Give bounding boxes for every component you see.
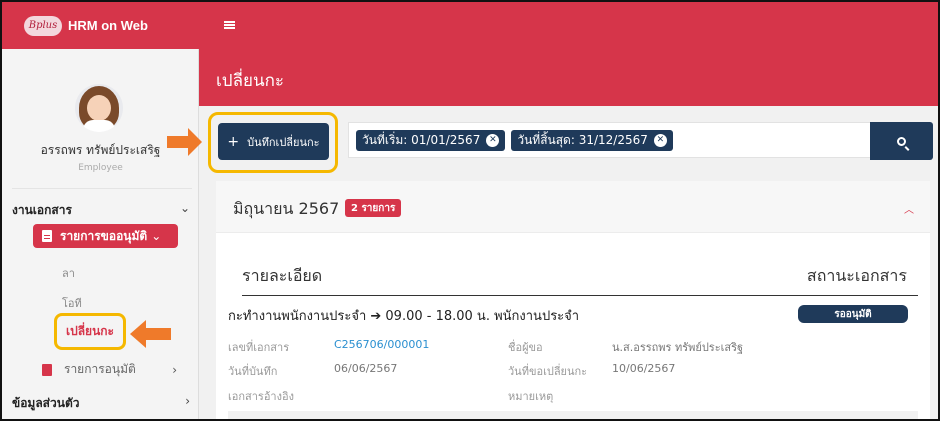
note-label: หมายเหตุ bbox=[508, 390, 554, 403]
avatar[interactable] bbox=[75, 84, 123, 132]
sidebar-subitem-leave[interactable]: ลา bbox=[62, 264, 75, 282]
remove-filter-icon[interactable]: ✕ bbox=[653, 133, 667, 147]
sidebar-subitem-label: เปลี่ยนกะ bbox=[65, 324, 115, 338]
sidebar-subitem-shift-change[interactable]: เปลี่ยนกะ bbox=[54, 313, 126, 350]
chevron-down-icon: ⌄ bbox=[179, 201, 190, 215]
add-button-label: บันทึกเปลี่ยนกะ bbox=[247, 135, 320, 149]
plus-icon: + bbox=[227, 133, 240, 150]
doc-no-link[interactable]: C256706/000001 bbox=[334, 338, 429, 351]
sidebar-section-personal[interactable]: ข้อมูลส่วนตัว › bbox=[12, 394, 190, 413]
filter-chip-label: วันที่เริ่ม: 01/01/2567 bbox=[362, 132, 481, 147]
document-icon bbox=[42, 363, 52, 376]
doc-no-label: เลขที่เอกสาร bbox=[228, 341, 290, 354]
record-title[interactable]: กะทำงานพนักงานประจำ ➔ 09.00 - 18.00 น. พ… bbox=[228, 305, 579, 326]
filter-chip-label: วันที่สิ้นสุด: 31/12/2567 bbox=[517, 132, 648, 147]
chevron-up-icon[interactable]: ︿ bbox=[904, 201, 914, 216]
document-icon bbox=[42, 230, 52, 242]
sidebar-subitem-ot[interactable]: โอที bbox=[62, 294, 82, 312]
title-bar: เปลี่ยนกะ bbox=[199, 49, 938, 106]
menu-icon[interactable] bbox=[224, 21, 235, 29]
filter-input[interactable]: วันที่เริ่ม: 01/01/2567 ✕ วันที่สิ้นสุด:… bbox=[348, 122, 873, 158]
main-content: มิถุนายน 2567 2 รายการ ︿ รายละเอียด สถาน… bbox=[199, 178, 938, 419]
month-group-card: มิถุนายน 2567 2 รายการ ︿ รายละเอียด สถาน… bbox=[216, 181, 930, 419]
sidebar-item-request-list[interactable]: รายการขออนุมัติ ⌄ bbox=[33, 224, 178, 248]
requester-label: ชื่อผู้ขอ bbox=[508, 341, 543, 354]
remove-filter-icon[interactable]: ✕ bbox=[486, 133, 500, 147]
user-role: Employee bbox=[78, 163, 123, 173]
ref-doc-label: เอกสารอ้างอิง bbox=[228, 390, 294, 403]
app-window: Bplus HRM on Web อรรถพร ทรัพย์ประเสริฐ E… bbox=[0, 0, 940, 421]
month-title: มิถุนายน 2567 bbox=[233, 199, 340, 218]
sidebar-item-label: รายการขออนุมัติ bbox=[60, 228, 148, 243]
search-icon bbox=[897, 136, 906, 146]
top-bar bbox=[199, 2, 938, 49]
column-header-status: สถานะเอกสาร bbox=[806, 266, 907, 285]
header-divider bbox=[242, 295, 918, 296]
month-group-header[interactable]: มิถุนายน 2567 2 รายการ ︿ bbox=[216, 181, 930, 233]
chevron-right-icon: › bbox=[172, 362, 177, 377]
sidebar-item-approved-list[interactable]: รายการอนุมัติ › bbox=[42, 360, 177, 379]
sidebar-section-label: ข้อมูลส่วนตัว bbox=[12, 396, 80, 410]
toolbar: + บันทึกเปลี่ยนกะ วันที่เริ่ม: 01/01/256… bbox=[199, 106, 938, 178]
record-date-label: วันที่บันทึก bbox=[228, 365, 278, 378]
record-date-value: 06/06/2567 bbox=[334, 362, 398, 375]
chevron-down-icon: ⌄ bbox=[151, 229, 162, 243]
change-date-value: 10/06/2567 bbox=[612, 362, 676, 375]
change-date-label: วันที่ขอเปลี่ยนกะ bbox=[508, 365, 588, 378]
next-record-edge bbox=[228, 411, 918, 419]
column-header-detail: รายละเอียด bbox=[242, 266, 323, 285]
sidebar-section-documents[interactable]: งานเอกสาร ⌄ bbox=[12, 201, 190, 220]
sidebar: Bplus HRM on Web อรรถพร ทรัพย์ประเสริฐ E… bbox=[2, 2, 199, 419]
brand-logo: Bplus bbox=[24, 15, 62, 36]
page-title: เปลี่ยนกะ bbox=[216, 71, 285, 91]
sidebar-item-label: รายการอนุมัติ bbox=[64, 362, 136, 376]
add-shift-change-button[interactable]: + บันทึกเปลี่ยนกะ bbox=[218, 123, 329, 160]
requester-value: น.ส.อรรถพร ทรัพย์ประเสริฐ bbox=[612, 341, 744, 354]
sidebar-divider bbox=[12, 188, 192, 189]
filter-chip-start-date[interactable]: วันที่เริ่ม: 01/01/2567 ✕ bbox=[356, 129, 506, 151]
chevron-right-icon: › bbox=[185, 394, 190, 408]
status-badge: รออนุมัติ bbox=[798, 305, 908, 323]
brand-bar[interactable]: Bplus HRM on Web bbox=[2, 2, 199, 49]
filter-chip-end-date[interactable]: วันที่สิ้นสุด: 31/12/2567 ✕ bbox=[511, 129, 673, 151]
add-button-highlight: + บันทึกเปลี่ยนกะ bbox=[208, 112, 338, 173]
sidebar-section-label: งานเอกสาร bbox=[12, 203, 72, 217]
app-name: HRM on Web bbox=[68, 18, 148, 33]
search-button[interactable] bbox=[870, 122, 933, 160]
count-badge: 2 รายการ bbox=[345, 199, 402, 217]
